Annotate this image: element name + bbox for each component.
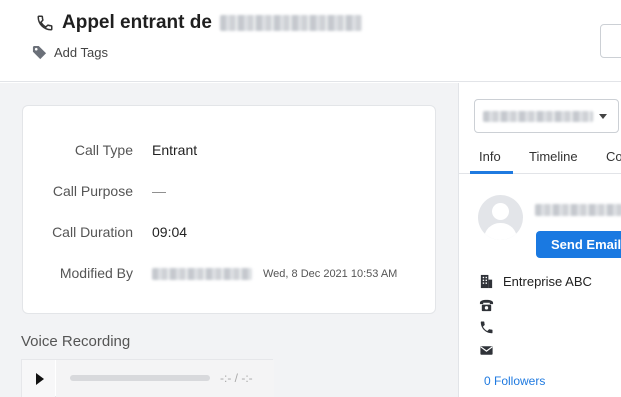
call-duration-label: Call Duration <box>52 224 133 240</box>
phone-handset-icon <box>480 321 493 334</box>
chevron-down-icon <box>599 114 607 119</box>
playback-time: -:- / -:- <box>220 371 253 385</box>
redacted-contact-full-name <box>535 204 621 216</box>
call-purpose-label: Call Purpose <box>52 183 133 199</box>
sidebar-tabs: Info Timeline Co <box>459 143 621 174</box>
record-header: Appel entrant de Add Tags <box>0 0 621 82</box>
add-tags-link[interactable]: Add Tags <box>32 45 108 60</box>
followers-link[interactable]: 0 Followers <box>484 374 545 388</box>
mobile-row <box>479 320 503 335</box>
company-row: Entreprise ABC <box>479 274 592 289</box>
redacted-caller-name <box>219 15 362 31</box>
redacted-contact-name <box>483 111 593 122</box>
contact-select[interactable] <box>474 99 619 133</box>
contact-sidebar: Info Timeline Co Send Email Entreprise A… <box>458 83 621 397</box>
avatar <box>478 195 523 240</box>
call-purpose-value: — <box>152 183 166 199</box>
call-duration-value: 09:04 <box>152 224 188 240</box>
add-tags-label: Add Tags <box>54 45 108 60</box>
tab-timeline[interactable]: Timeline <box>529 149 578 164</box>
page-title-text: Appel entrant de <box>62 12 212 33</box>
page-title: Appel entrant de <box>36 12 362 34</box>
seek-bar[interactable] <box>70 375 210 381</box>
avatar-head <box>492 203 509 220</box>
redacted-modifier-name <box>152 268 252 280</box>
envelope-icon <box>480 346 493 355</box>
email-row <box>479 343 503 358</box>
call-type-label: Call Type <box>74 142 133 158</box>
phone-icon <box>37 15 53 31</box>
avatar-body <box>484 223 517 240</box>
tab-contacts[interactable]: Co <box>606 149 621 164</box>
main-content: Call Type Entrant Call Purpose — Call Du… <box>0 83 458 397</box>
call-type-value: Entrant <box>152 142 198 158</box>
voice-recording-heading: Voice Recording <box>21 333 131 350</box>
active-tab-indicator <box>470 171 513 174</box>
audio-player: -:- / -:- <box>21 359 274 397</box>
company-name: Entreprise ABC <box>503 274 592 289</box>
telephone-icon <box>479 299 494 312</box>
header-action-button[interactable] <box>600 24 621 58</box>
call-details-card: Call Type Entrant Call Purpose — Call Du… <box>22 105 436 314</box>
modified-by-label: Modified By <box>59 265 133 281</box>
seek-area: -:- / -:- <box>56 360 274 397</box>
play-button[interactable] <box>22 360 55 397</box>
modified-date: Wed, 8 Dec 2021 10:53 AM <box>263 268 398 280</box>
tab-info[interactable]: Info <box>479 149 501 164</box>
building-icon <box>480 274 493 289</box>
phone-row <box>479 298 503 313</box>
play-icon <box>35 373 44 385</box>
tag-icon <box>32 45 47 60</box>
send-email-button[interactable]: Send Email <box>536 231 621 258</box>
